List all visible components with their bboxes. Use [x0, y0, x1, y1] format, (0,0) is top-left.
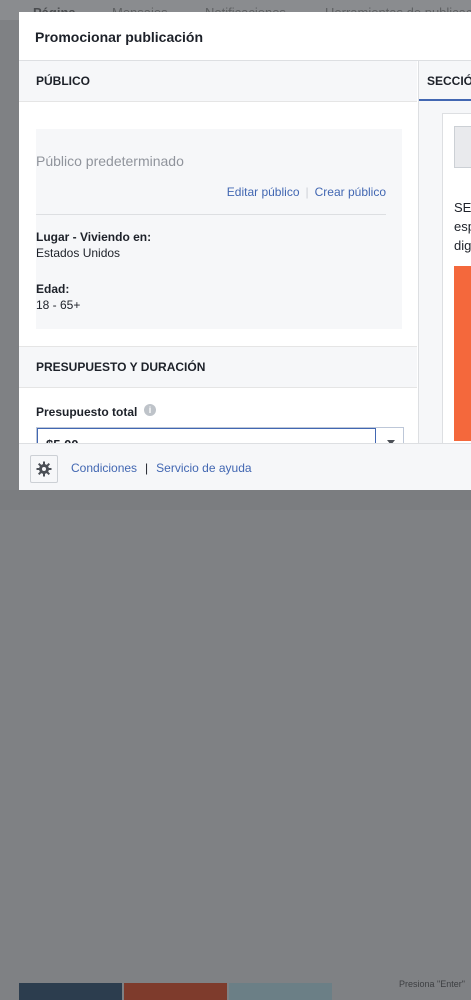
gear-icon — [36, 461, 52, 477]
preview-text-line: esp — [454, 219, 471, 234]
total-budget-label: Presupuesto total — [36, 405, 138, 419]
background-thumbnail — [19, 983, 122, 1000]
audience-name: Público predeterminado — [36, 153, 184, 169]
audience-section-header: PÚBLICO — [19, 61, 417, 102]
post-preview-card: SE esp dig — [442, 113, 471, 443]
preview-tab[interactable]: SECCIÓN — [419, 61, 471, 101]
budget-section-title: PRESUPUESTO Y DURACIÓN — [36, 360, 206, 374]
location-label: Lugar - Viviendo en: — [36, 230, 152, 244]
edit-audience-link[interactable]: Editar público — [227, 185, 300, 199]
audience-summary: Público predeterminado Editar público | Cr… — [36, 129, 402, 329]
audience-divider — [36, 214, 386, 215]
conditions-link[interactable]: Condiciones — [71, 461, 137, 475]
post-preview-image — [454, 266, 471, 441]
link-separator: | — [305, 185, 309, 199]
background-thumbnail — [229, 983, 332, 1000]
background-hint: Presiona "Enter" — [399, 979, 465, 989]
age-label: Edad: — [36, 282, 70, 296]
preview-panel: SECCIÓN SE esp dig — [418, 61, 471, 443]
help-center-link[interactable]: Servicio de ayuda — [156, 461, 251, 475]
settings-button[interactable] — [30, 455, 58, 483]
preview-text-line: dig — [454, 238, 471, 253]
settings-panel[interactable]: PÚBLICO Público predeterminado Editar pú… — [19, 61, 417, 443]
dialog-header: Promocionar publicación — [19, 12, 471, 61]
info-icon[interactable]: i — [144, 404, 156, 416]
link-separator: | — [145, 461, 149, 475]
promote-post-dialog: Promocionar publicación PÚBLICO Público … — [19, 12, 471, 490]
background-thumbnail — [124, 983, 227, 1000]
preview-text-line: SE — [454, 200, 471, 215]
dialog-title: Promocionar publicación — [35, 29, 204, 45]
dialog-footer: Condiciones | Servicio de ayuda — [19, 443, 471, 490]
age-value: 18 - 65+ — [36, 298, 81, 312]
audience-section-title: PÚBLICO — [36, 74, 90, 88]
page-avatar — [454, 126, 471, 168]
preview-tab-label: SECCIÓN — [427, 74, 471, 88]
footer-links: Condiciones | Servicio de ayuda — [71, 461, 252, 475]
location-value: Estados Unidos — [36, 246, 121, 260]
background-bottom-strip: Presiona "Enter" — [0, 490, 471, 1000]
total-budget-select[interactable]: $5,00 — [36, 427, 404, 443]
audience-links: Editar público | Crear público — [227, 185, 386, 199]
create-audience-link[interactable]: Crear público — [315, 185, 386, 199]
budget-section-header: PRESUPUESTO Y DURACIÓN — [19, 346, 417, 388]
total-budget-value[interactable]: $5,00 — [37, 428, 376, 443]
